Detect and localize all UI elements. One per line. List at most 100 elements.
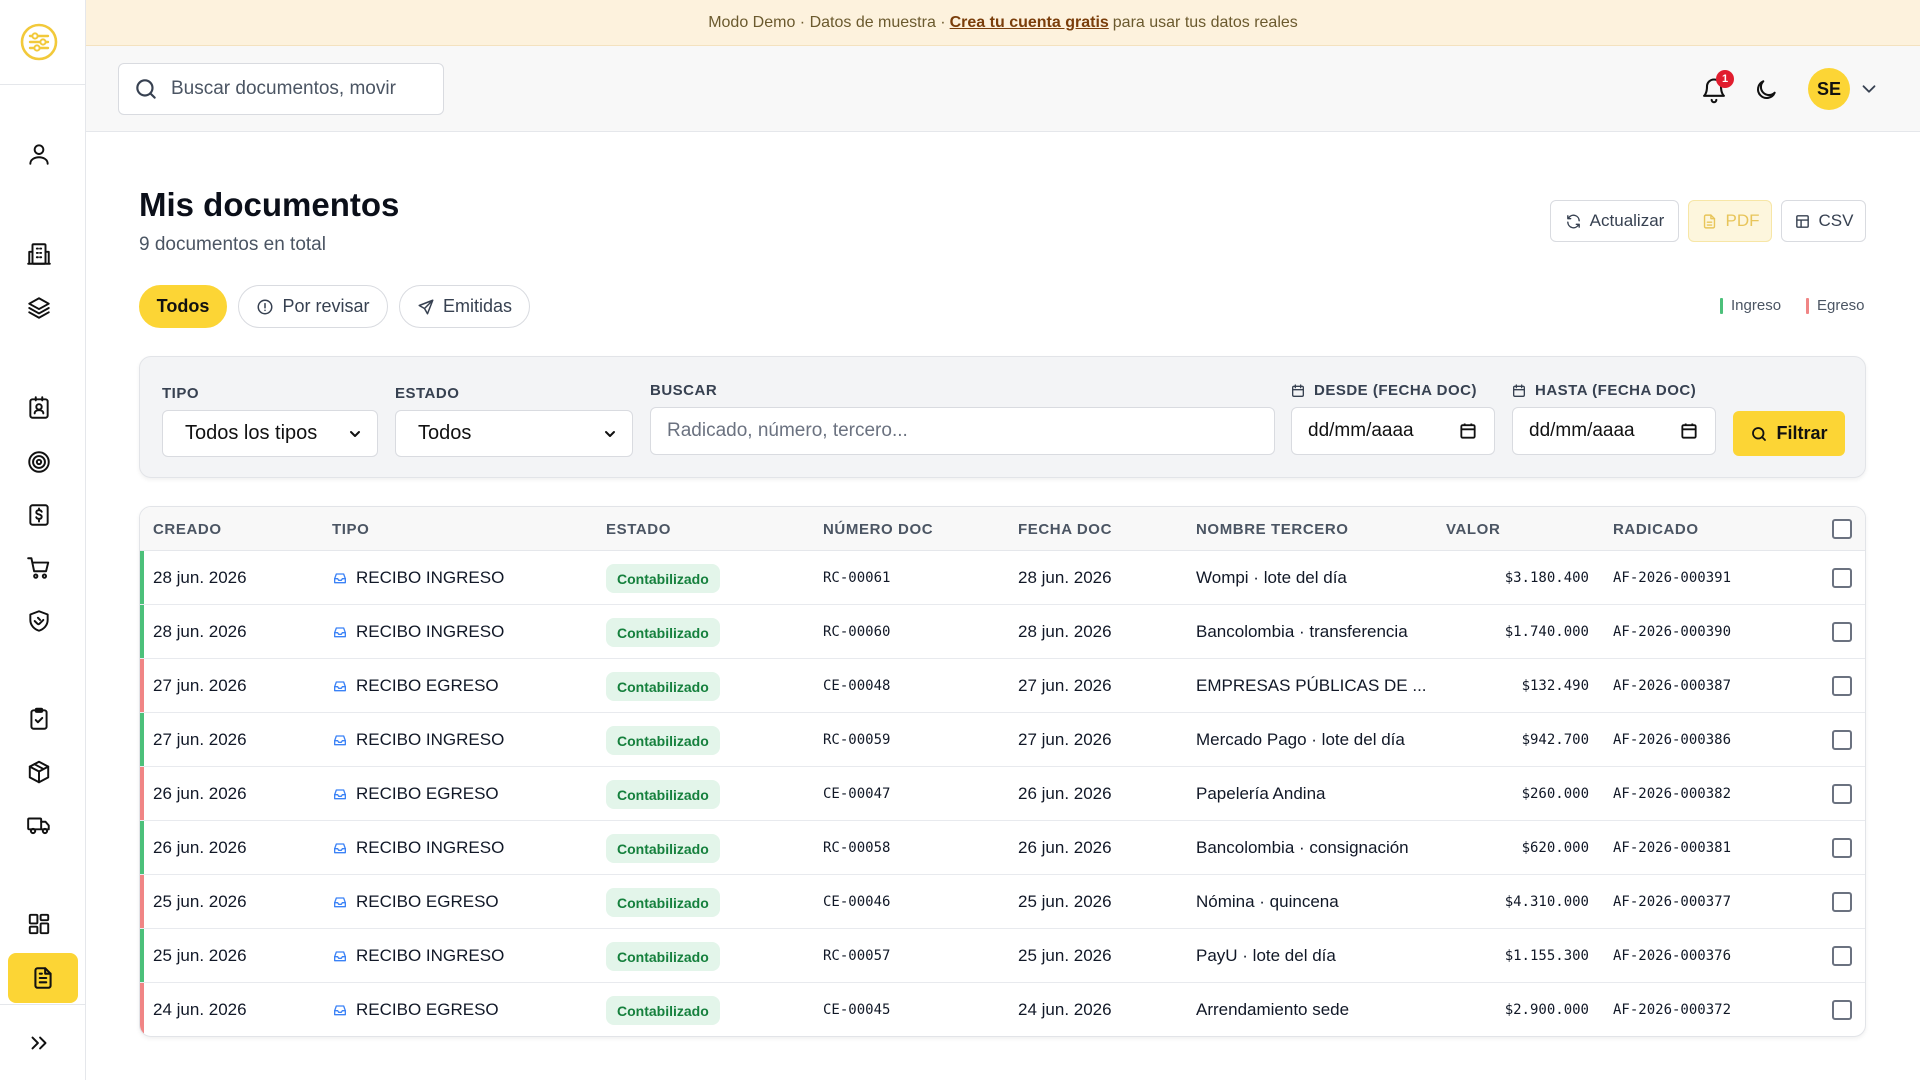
refresh-label: Actualizar <box>1589 211 1665 230</box>
sidebar-divider <box>0 1004 86 1005</box>
truck-icon[interactable] <box>18 804 60 846</box>
tab-label: Emitidas <box>442 296 513 316</box>
invoice-dollar-icon[interactable] <box>18 494 60 536</box>
table-row[interactable]: 27 jun. 2026 RECIBO EGRESO Contabilizado CE… <box>140 659 1865 713</box>
table-row[interactable]: 27 jun. 2026 RECIBO INGRESO Contabilizado R… <box>140 713 1865 767</box>
inbox-icon <box>334 735 346 746</box>
theme-toggle[interactable] <box>1748 72 1784 108</box>
created-cell: 27 jun. 2026 <box>153 676 247 695</box>
row-type-indicator <box>140 659 144 712</box>
column-header[interactable]: VALOR <box>1446 521 1500 538</box>
type-cell: RECIBO INGRESO <box>332 730 504 750</box>
dashboard-grid-icon[interactable] <box>18 903 60 945</box>
table-row[interactable]: 24 jun. 2026 RECIBO EGRESO Contabilizado CE… <box>140 983 1865 1036</box>
legend-expense-label: Egreso <box>1817 297 1865 314</box>
cart-icon[interactable] <box>18 547 60 589</box>
status-badge: Contabilizado <box>606 672 720 701</box>
radicado-cell: AF-2026-000376 <box>1613 948 1732 964</box>
row-type-indicator <box>140 983 144 1036</box>
doc-number-cell: RC-00058 <box>823 840 891 856</box>
value-cell: $1.740.000 <box>1504 624 1589 640</box>
global-search-input[interactable] <box>171 78 411 100</box>
row-checkbox[interactable] <box>1832 730 1852 750</box>
third-party-cell: PayU · lote del día <box>1196 946 1336 965</box>
third-party-cell: Mercado Pago · lote del día <box>1196 730 1405 749</box>
status-badge: Contabilizado <box>606 618 720 647</box>
type-label: RECIBO EGRESO <box>356 676 499 695</box>
avatar[interactable]: SE <box>1808 68 1850 110</box>
app-logo-icon[interactable] <box>19 22 59 62</box>
doc-number-cell: RC-00061 <box>823 570 891 586</box>
select-all-checkbox[interactable] <box>1832 519 1852 539</box>
status-select[interactable]: Todos <box>395 410 633 457</box>
global-search[interactable] <box>118 63 444 115</box>
target-icon[interactable] <box>18 441 60 483</box>
calendar-icon[interactable] <box>1458 421 1478 441</box>
refresh-button[interactable]: Actualizar <box>1550 200 1679 242</box>
type-cell: RECIBO INGRESO <box>332 568 504 588</box>
refresh-icon <box>1566 214 1580 228</box>
radicado-cell: AF-2026-000372 <box>1613 1002 1732 1018</box>
radicado-cell: AF-2026-000377 <box>1613 894 1732 910</box>
table-row[interactable]: 28 jun. 2026 RECIBO INGRESO Contabilizado R… <box>140 605 1865 659</box>
send-icon <box>418 299 434 314</box>
created-cell: 28 jun. 2026 <box>153 622 247 641</box>
create-account-link[interactable]: Crea tu cuenta gratis <box>950 14 1109 32</box>
table-row[interactable]: 26 jun. 2026 RECIBO INGRESO Contabilizado R… <box>140 821 1865 875</box>
chevron-down-icon[interactable] <box>1858 78 1880 100</box>
column-header[interactable]: RADICADO <box>1613 521 1699 538</box>
row-checkbox[interactable] <box>1832 838 1852 858</box>
row-checkbox[interactable] <box>1832 1000 1852 1020</box>
package-icon[interactable] <box>18 751 60 793</box>
status-badge: Contabilizado <box>606 942 720 971</box>
column-header[interactable]: FECHA DOC <box>1018 521 1112 538</box>
building-icon[interactable] <box>18 233 60 275</box>
third-party-cell: Wompi · lote del día <box>1196 568 1347 587</box>
export-csv-button[interactable]: CSV <box>1781 200 1866 242</box>
row-checkbox[interactable] <box>1832 892 1852 912</box>
tab-todos[interactable]: Todos <box>139 285 227 328</box>
value-cell: $132.490 <box>1521 678 1589 694</box>
tab-emitidas[interactable]: Emitidas <box>399 285 530 328</box>
layers-icon[interactable] <box>18 287 60 329</box>
csv-label: CSV <box>1818 211 1854 230</box>
row-checkbox[interactable] <box>1832 568 1852 588</box>
row-type-indicator <box>140 767 144 820</box>
user-icon[interactable] <box>18 133 60 175</box>
column-header[interactable]: TIPO <box>332 521 369 538</box>
column-header[interactable]: CREADO <box>153 521 222 538</box>
status-badge: Contabilizado <box>606 564 720 593</box>
to-date-input[interactable]: dd/mm/aaaa <box>1512 407 1716 455</box>
notifications-button[interactable]: 1 <box>1694 70 1734 110</box>
doc-number-cell: CE-00048 <box>823 678 891 694</box>
filter-search-input[interactable]: Radicado, número, tercero... <box>650 407 1275 455</box>
filter-button[interactable]: Filtrar <box>1733 411 1845 456</box>
row-checkbox[interactable] <box>1832 622 1852 642</box>
column-header[interactable]: NÚMERO DOC <box>823 521 933 538</box>
inbox-icon <box>334 681 346 692</box>
filter-search-placeholder: Radicado, número, tercero... <box>667 420 908 441</box>
doc-date-cell: 27 jun. 2026 <box>1018 676 1112 695</box>
row-checkbox[interactable] <box>1832 946 1852 966</box>
table-row[interactable]: 28 jun. 2026 RECIBO INGRESO Contabilizado R… <box>140 551 1865 605</box>
column-header[interactable]: NOMBRE TERCERO <box>1196 521 1349 538</box>
chevron-down-icon <box>350 430 360 437</box>
from-date-input[interactable]: dd/mm/aaaa <box>1291 407 1495 455</box>
shield-handshake-icon[interactable] <box>18 600 60 642</box>
document-icon[interactable] <box>8 953 78 1003</box>
type-label: RECIBO INGRESO <box>356 730 505 749</box>
table-row[interactable]: 25 jun. 2026 RECIBO INGRESO Contabilizado R… <box>140 929 1865 983</box>
contact-card-icon[interactable] <box>18 387 60 429</box>
expand-icon[interactable] <box>18 1022 60 1064</box>
column-header[interactable]: ESTADO <box>606 521 671 538</box>
table-row[interactable]: 26 jun. 2026 RECIBO EGRESO Contabilizado CE… <box>140 767 1865 821</box>
row-checkbox[interactable] <box>1832 676 1852 696</box>
row-checkbox[interactable] <box>1832 784 1852 804</box>
tab-por-revisar[interactable]: Por revisar <box>238 285 388 328</box>
inbox-icon <box>334 843 346 854</box>
export-pdf-button[interactable]: PDF <box>1688 200 1772 242</box>
table-row[interactable]: 25 jun. 2026 RECIBO EGRESO Contabilizado CE… <box>140 875 1865 929</box>
calendar-icon[interactable] <box>1679 421 1699 441</box>
clipboard-check-icon[interactable] <box>18 698 60 740</box>
type-select[interactable]: Todos los tipos <box>162 410 378 457</box>
